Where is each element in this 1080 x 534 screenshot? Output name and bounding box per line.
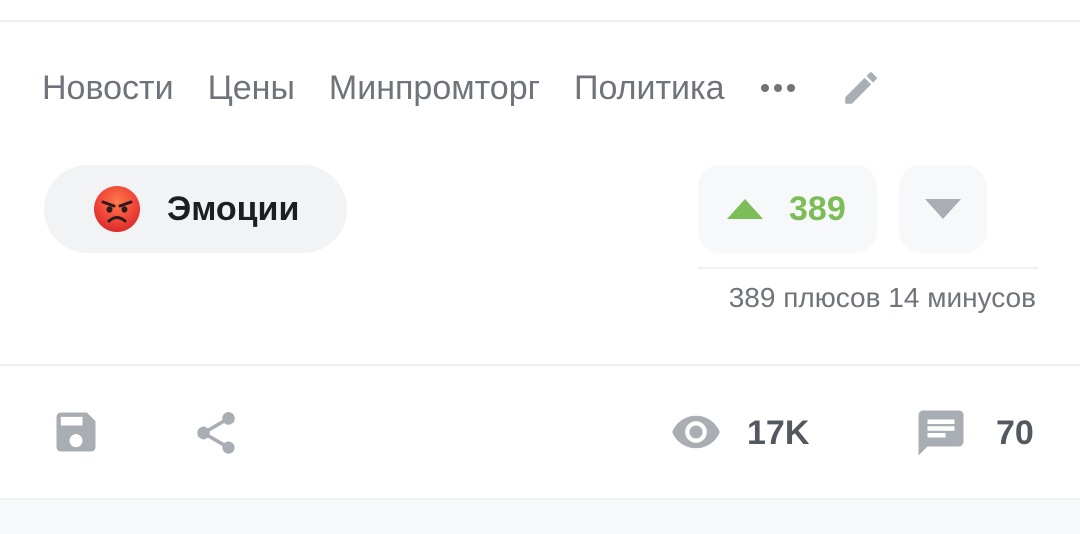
floppy-disk-icon[interactable] [50,406,102,458]
rating-summary: 389 плюсов 14 минусов [728,282,1036,313]
emotions-button[interactable]: Эмоции [44,165,347,253]
post-footer: Новости Цены Минпромторг Политика Эмоции… [0,0,1080,534]
rating-count: 389 [789,189,846,228]
more-horizontal-icon[interactable] [760,68,800,108]
triangle-down-icon [925,199,961,219]
top-divider [0,20,1080,22]
comments-count[interactable]: 70 [996,414,1034,453]
pencil-icon[interactable] [840,67,882,109]
views-count: 17K [747,414,810,452]
bottom-strip [0,498,1080,534]
comment-icon[interactable] [914,406,968,460]
emotions-label: Эмоции [167,189,300,228]
tag-minpromtorg[interactable]: Минпромторг [329,69,540,108]
share-icon[interactable] [191,408,241,458]
tag-prices[interactable]: Цены [208,69,295,108]
angry-face-emoji [94,186,140,232]
tag-politics[interactable]: Политика [574,69,725,108]
upvote-button[interactable]: 389 [698,165,877,253]
rating-divider [698,267,1038,269]
tags-row: Новости Цены Минпромторг Политика [42,62,882,114]
eye-icon [672,415,720,449]
footer-divider [0,364,1080,366]
downvote-button[interactable] [899,165,987,253]
tag-news[interactable]: Новости [42,69,174,108]
triangle-up-icon [727,199,763,219]
